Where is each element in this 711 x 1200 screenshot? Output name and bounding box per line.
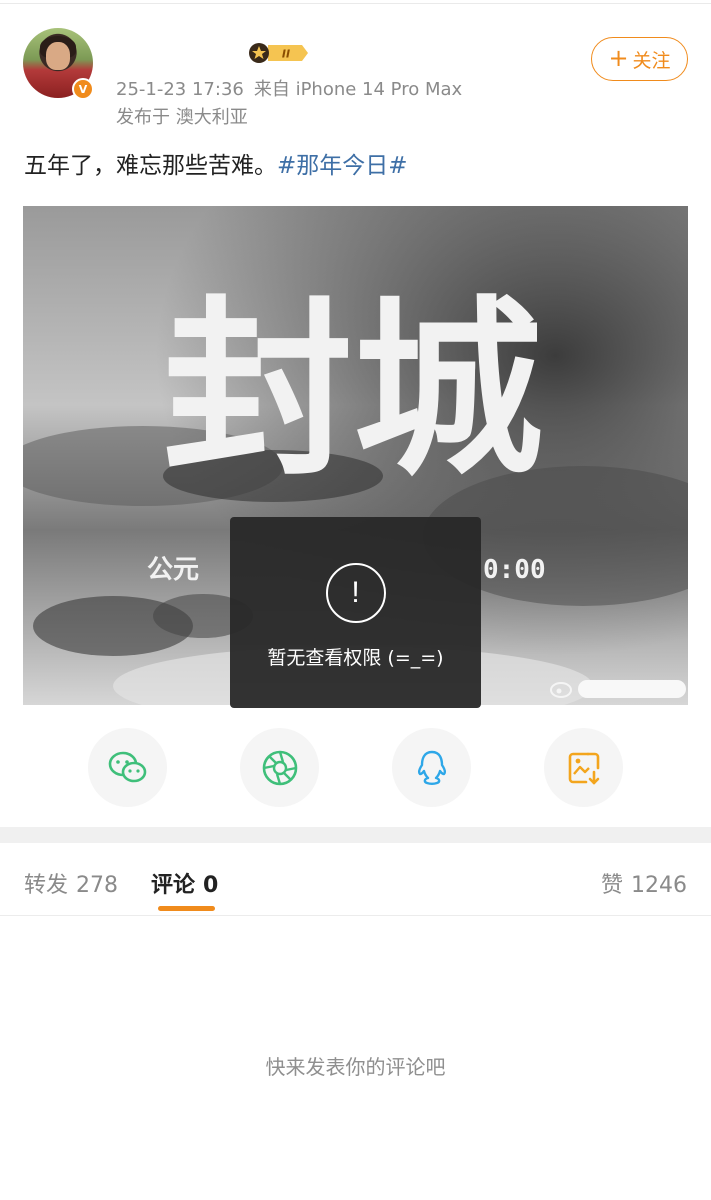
follow-button[interactable]: + 关注 bbox=[591, 37, 688, 81]
tab-reposts[interactable]: 转发 278 bbox=[24, 867, 118, 899]
save-image-icon bbox=[568, 752, 599, 784]
tab-comments-label: 评论 bbox=[151, 873, 196, 898]
empty-comments-text: 快来发表你的评论吧 bbox=[265, 1055, 446, 1079]
image-subtitle-left: 公元 bbox=[147, 555, 199, 585]
image-subtitle-right: 0:00 bbox=[483, 555, 546, 585]
post-text: 五年了，难忘那些苦难。#那年今日# bbox=[24, 146, 408, 180]
verified-badge: V bbox=[72, 78, 94, 100]
share-moments-button[interactable] bbox=[240, 728, 319, 807]
section-divider bbox=[0, 827, 711, 843]
comment-count: 0 bbox=[203, 873, 219, 898]
interaction-tabs: 转发 278 评论 0 赞 1246 bbox=[0, 843, 711, 916]
tab-comments[interactable]: 评论 0 bbox=[151, 867, 218, 899]
post-meta: 25-1-23 17:36 来自 iPhone 14 Pro Max bbox=[116, 75, 462, 101]
qq-icon bbox=[417, 750, 446, 785]
tab-reposts-label: 转发 bbox=[24, 873, 69, 898]
repost-count: 278 bbox=[76, 873, 119, 898]
top-divider bbox=[0, 0, 711, 4]
hashtag-link[interactable]: #那年今日# bbox=[277, 153, 408, 179]
level-badge-text: II bbox=[282, 48, 290, 61]
share-row bbox=[0, 728, 711, 807]
tab-likes[interactable]: 赞 1246 bbox=[601, 867, 687, 899]
share-wechat-button[interactable] bbox=[88, 728, 167, 807]
toast-message: 暂无查看权限 (=_=) bbox=[267, 647, 444, 669]
timestamp: 25-1-23 17:36 bbox=[116, 79, 244, 100]
share-qq-button[interactable] bbox=[392, 728, 471, 807]
level-badge-icon: II bbox=[249, 43, 308, 63]
like-count: 1246 bbox=[631, 873, 687, 898]
avatar-face bbox=[46, 42, 70, 70]
image-title-text: 封城 bbox=[163, 280, 543, 501]
post-source: 来自 iPhone 14 Pro Max bbox=[253, 79, 463, 100]
plus-icon: + bbox=[608, 44, 629, 72]
moments-icon bbox=[262, 750, 297, 785]
follow-label: 关注 bbox=[632, 49, 671, 72]
permission-toast: ! 暂无查看权限 (=_=) bbox=[230, 517, 481, 708]
save-image-button[interactable] bbox=[544, 728, 623, 807]
post-body: 五年了，难忘那些苦难。 bbox=[24, 153, 277, 179]
alert-icon: ! bbox=[325, 563, 386, 623]
post-location: 发布于 澳大利亚 bbox=[116, 107, 248, 128]
wechat-icon bbox=[108, 751, 146, 782]
tab-likes-label: 赞 bbox=[600, 873, 623, 898]
active-tab-indicator bbox=[158, 906, 215, 911]
